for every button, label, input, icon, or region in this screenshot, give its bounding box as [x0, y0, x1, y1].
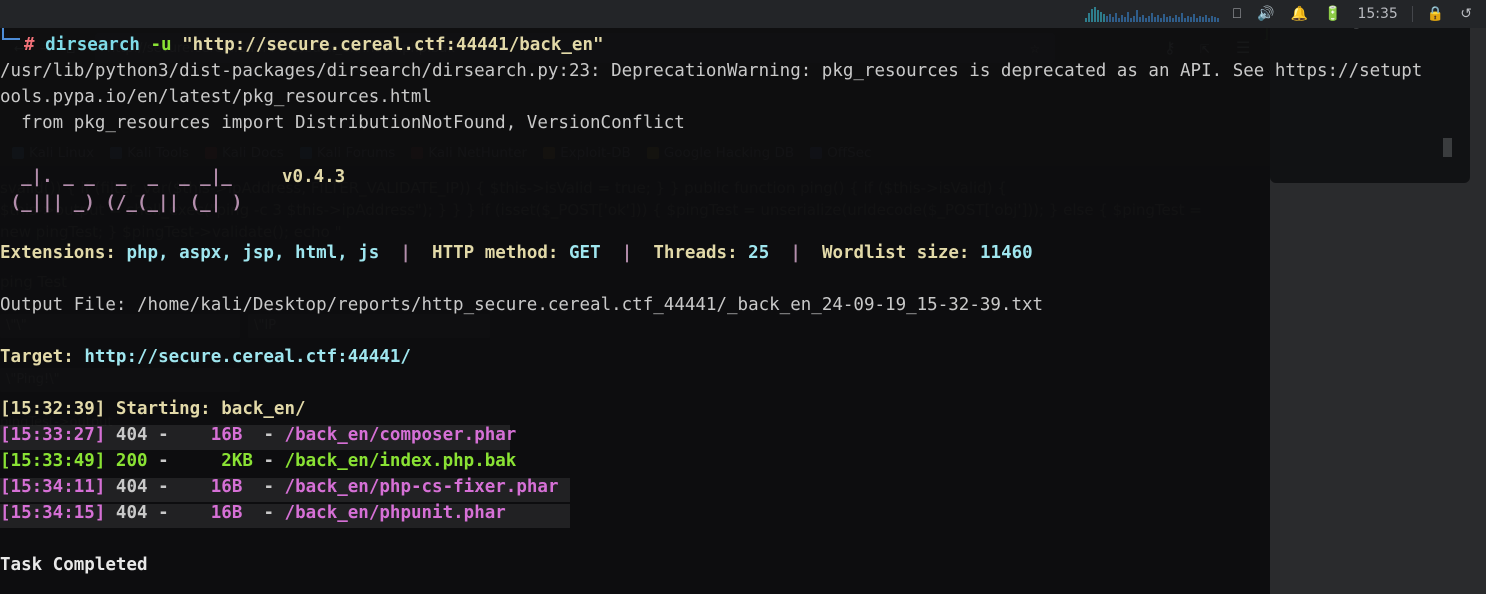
- result-row: [15:34:11] 404 - 16B - /back_en/php-cs-f…: [0, 474, 558, 500]
- terminal-cursor: [1443, 138, 1452, 157]
- result-time: [15:34:15]: [0, 503, 106, 523]
- config-separator: |: [790, 243, 801, 263]
- config-line: Extensions: php, aspx, jsp, html, js | H…: [0, 240, 1033, 266]
- target-line: Target: http://secure.cereal.ctf:44441/: [0, 344, 411, 370]
- warning-line-1: /usr/lib/python3/dist-packages/dirsearch…: [0, 61, 1423, 81]
- result-path: /back_en/php-cs-fixer.phar: [284, 477, 559, 497]
- result-row: [15:33:49] 200 - 2KB - /back_en/index.ph…: [0, 448, 516, 474]
- result-status: 404: [115, 477, 148, 497]
- result-path: /back_en/composer.phar: [284, 425, 517, 445]
- result-size: 2KB: [221, 451, 253, 471]
- terminal-output: (rootⓂkali)-[/home/kali/Desktop] # dirse…: [0, 0, 1422, 594]
- result-size: 16B: [210, 477, 243, 497]
- starting-line: [15:32:39] Starting: back_en/: [0, 399, 306, 419]
- logout-icon[interactable]: ↺: [1452, 0, 1480, 28]
- command-flag: -u: [150, 35, 172, 55]
- output-file-value: /home/kali/Desktop/reports/http_secure.c…: [136, 295, 1044, 315]
- volume-icon[interactable]: 🔊: [1249, 0, 1282, 28]
- output-file-label: Output File:: [0, 295, 127, 315]
- output-file-line: Output File: /home/kali/Desktop/reports/…: [0, 292, 1043, 318]
- display-icon[interactable]: ⎕: [1225, 0, 1249, 28]
- bell-icon[interactable]: 🔔: [1283, 0, 1316, 28]
- result-path: /back_en/phpunit.phar: [284, 503, 506, 523]
- result-dash: -: [158, 451, 169, 471]
- extensions-label: Extensions:: [0, 243, 116, 263]
- result-path: /back_en/index.php.bak: [284, 451, 517, 471]
- prompt-hash: #: [24, 35, 35, 55]
- result-row: [15:34:15] 404 - 16B - /back_en/phpunit.…: [0, 500, 506, 526]
- command-program: dirsearch: [45, 35, 140, 55]
- task-completed-line: Task Completed: [0, 555, 148, 575]
- target-value: http://secure.cereal.ctf:44441/: [84, 347, 411, 367]
- result-dash: -: [158, 503, 169, 523]
- lock-icon[interactable]: 🔒: [1419, 0, 1452, 28]
- result-time: [15:33:49]: [0, 451, 106, 471]
- tray-divider: [1411, 6, 1413, 22]
- result-dash: -: [263, 425, 274, 445]
- result-dash: -: [263, 451, 274, 471]
- threads-value: 25: [748, 243, 770, 263]
- method-label: HTTP method:: [432, 243, 559, 263]
- network-monitor-icon[interactable]: [1084, 6, 1219, 22]
- extensions-value: php, aspx, jsp, html, js: [126, 243, 380, 263]
- wordlist-label: Wordlist size:: [821, 243, 970, 263]
- result-time: [15:34:11]: [0, 477, 106, 497]
- result-size: 16B: [210, 425, 243, 445]
- result-dash: -: [158, 425, 169, 445]
- result-status: 404: [115, 425, 148, 445]
- wordlist-value: 11460: [980, 243, 1033, 263]
- system-panel: ⎕ 🔊 🔔 🔋 15:35 🔒 ↺: [0, 0, 1486, 28]
- clock[interactable]: 15:35: [1349, 0, 1405, 28]
- threads-label: Threads:: [653, 243, 738, 263]
- terminal-command-line: # dirsearch -u "http://secure.cereal.ctf…: [24, 32, 604, 58]
- dirsearch-version: v0.4.3: [282, 167, 346, 187]
- result-status: 200: [115, 451, 148, 471]
- command-url-argument: "http://secure.cereal.ctf:44441/back_en": [182, 35, 604, 55]
- screen: ← → ⌂ http://secure.cereal.ctf:44441/bac…: [0, 0, 1486, 594]
- result-row: [15:33:27] 404 - 16B - /back_en/composer…: [0, 422, 516, 448]
- battery-icon[interactable]: 🔋: [1316, 0, 1349, 28]
- result-status: 404: [115, 503, 148, 523]
- terminal-window[interactable]: (rootⓂkali)-[/home/kali/Desktop] # dirse…: [0, 0, 1422, 594]
- dirsearch-logo-line-2: (_||| _) (/_(_|| (_| ): [0, 193, 274, 213]
- result-dash: -: [263, 503, 274, 523]
- target-label: Target:: [0, 347, 74, 367]
- result-time: [15:33:27]: [0, 425, 106, 445]
- result-dash: -: [158, 477, 169, 497]
- config-separator: |: [621, 243, 633, 263]
- config-separator: |: [400, 243, 411, 263]
- dirsearch-logo-line-1: _|. _ _ _ _ _ _|_: [0, 167, 274, 187]
- warning-line-2: ools.pypa.io/en/latest/pkg_resources.htm…: [0, 87, 432, 107]
- method-value: GET: [569, 243, 601, 263]
- result-size: 16B: [210, 503, 243, 523]
- system-tray: ⎕ 🔊 🔔 🔋 15:35 🔒 ↺: [1084, 0, 1486, 28]
- result-dash: -: [263, 477, 274, 497]
- warning-line-3: from pkg_resources import DistributionNo…: [0, 113, 685, 133]
